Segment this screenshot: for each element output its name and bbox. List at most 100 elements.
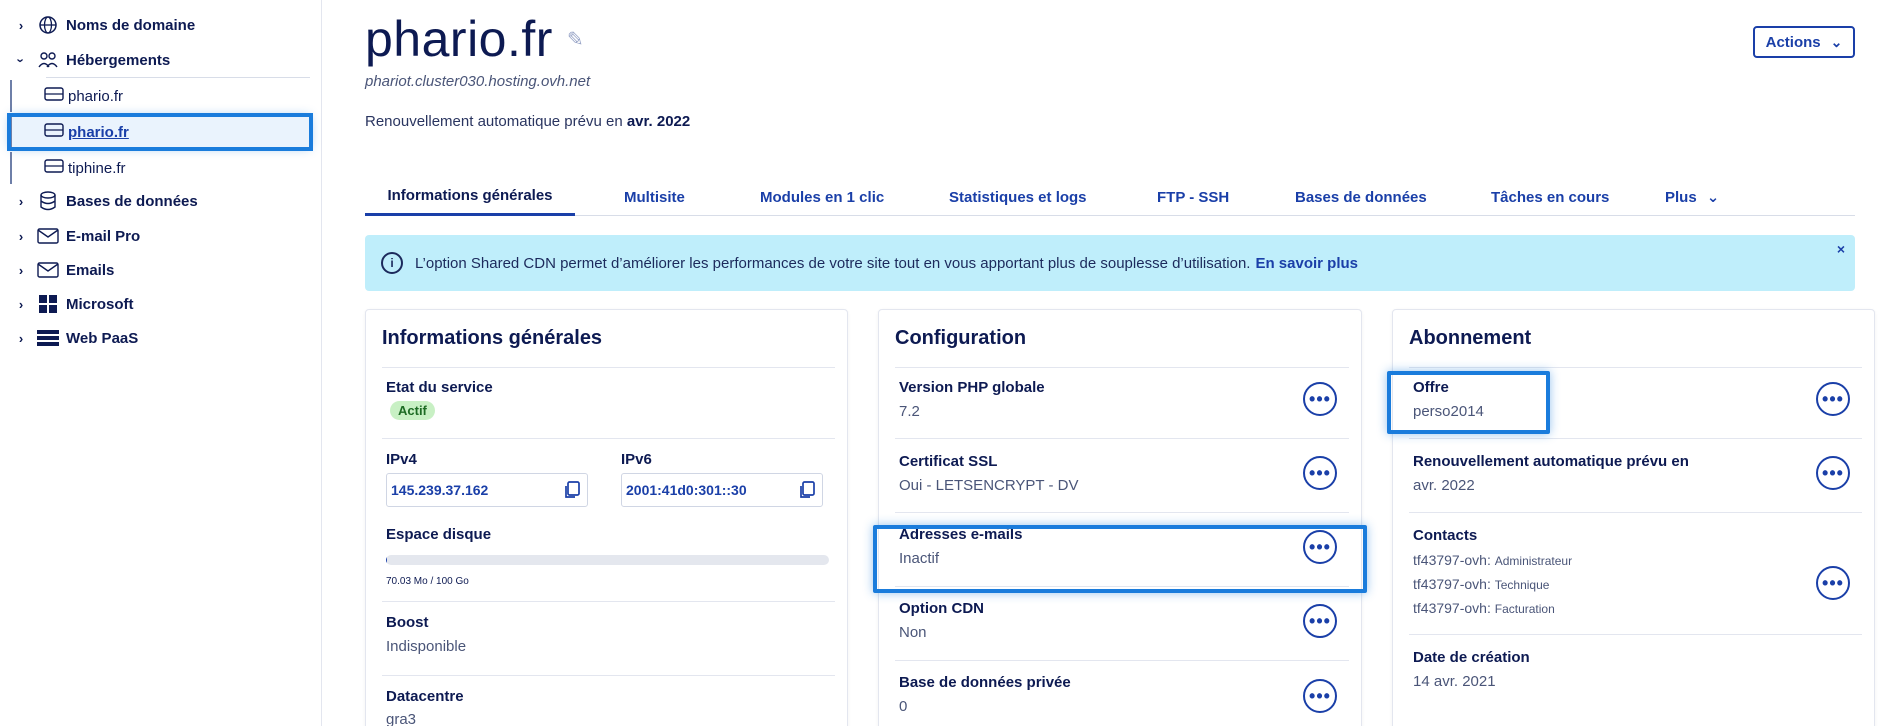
sidebar-item-label: Bases de données	[66, 192, 198, 210]
ssl-label: Certificat SSL	[899, 453, 998, 470]
sidebar-item-web-paas[interactable]: › Web PaaS	[0, 323, 138, 353]
sidebar-item-microsoft[interactable]: › Microsoft	[0, 289, 134, 319]
server-icon	[44, 159, 64, 177]
private-db-label: Base de données privée	[899, 674, 1071, 691]
creation-date-label: Date de création	[1413, 649, 1530, 666]
php-version-value: 7.2	[899, 403, 920, 420]
sidebar-item-databases[interactable]: › Bases de données	[0, 186, 198, 216]
tab-multisite[interactable]: Multisite	[624, 178, 685, 216]
sidebar-item-hosting[interactable]: › Hébergements	[0, 45, 171, 75]
tab-general-info[interactable]: Informations générales	[365, 178, 575, 216]
offer-more-button[interactable]: •••	[1816, 382, 1850, 416]
globe-icon	[36, 15, 60, 35]
chevron-down-icon: ⌄	[1830, 33, 1843, 50]
chevron-right-icon: ›	[18, 17, 24, 33]
main-content: phario.fr ✎ phariot.cluster030.hosting.o…	[365, 0, 1875, 726]
chevron-down-icon: ⌄	[1706, 189, 1720, 206]
tab-ftp-ssh[interactable]: FTP - SSH	[1157, 178, 1229, 216]
actions-label: Actions	[1765, 33, 1821, 51]
disk-progress-bar	[386, 555, 829, 565]
contact-tech: tf43797-ovh: Technique	[1413, 576, 1549, 592]
card-title: Abonnement	[1409, 327, 1532, 349]
chevron-right-icon: ›	[18, 262, 24, 278]
sidebar-subitem-phario-1[interactable]: phario.fr	[10, 80, 310, 112]
cdn-more-button[interactable]: •••	[1303, 604, 1337, 638]
tab-databases[interactable]: Bases de données	[1295, 178, 1427, 216]
tab-more-label: Plus	[1665, 188, 1697, 206]
sidebar-item-domains[interactable]: › Noms de domaine	[0, 10, 195, 40]
ipv6-field[interactable]: 2001:41d0:301::30	[621, 473, 823, 507]
copy-icon[interactable]	[798, 481, 816, 499]
sidebar-subitem-tiphine[interactable]: tiphine.fr	[10, 152, 310, 184]
sidebar-item-emails[interactable]: › Emails	[0, 255, 115, 285]
learn-more-link[interactable]: En savoir plus	[1255, 255, 1358, 272]
copy-icon[interactable]	[563, 481, 581, 499]
chevron-down-icon: ›	[13, 57, 29, 63]
renewal-prefix: Renouvellement automatique prévu en	[365, 113, 623, 130]
card-title: Configuration	[895, 327, 1027, 349]
sidebar-item-email-pro[interactable]: › E-mail Pro	[0, 221, 140, 251]
contact-id: tf43797-ovh:	[1413, 600, 1491, 616]
private-db-value: 0	[899, 698, 908, 715]
actions-button[interactable]: Actions ⌄	[1753, 26, 1855, 58]
ipv4-value: 145.239.37.162	[391, 482, 489, 498]
chevron-right-icon: ›	[18, 228, 24, 244]
sidebar: › Noms de domaine › Hébergements phario.…	[0, 0, 322, 726]
renewal-more-button[interactable]: •••	[1816, 456, 1850, 490]
datacenter-value: gra3	[386, 711, 417, 726]
hosting-icon	[36, 50, 60, 70]
ipv6-value: 2001:41d0:301::30	[626, 482, 747, 498]
sidebar-item-label: Hébergements	[66, 51, 171, 69]
sidebar-item-label: Noms de domaine	[66, 16, 196, 34]
windows-icon	[36, 294, 60, 314]
boost-value: Indisponible	[386, 638, 467, 655]
disk-label: Espace disque	[386, 526, 492, 543]
ipv6-label: IPv6	[621, 451, 652, 468]
divider	[1409, 512, 1862, 513]
tab-bar: Informations générales Multisite Modules…	[365, 178, 1855, 216]
hosting-cluster: phariot.cluster030.hosting.ovh.net	[365, 73, 591, 90]
contact-admin: tf43797-ovh: Administrateur	[1413, 552, 1572, 568]
php-version-label: Version PHP globale	[899, 379, 1045, 396]
contact-role: Technique	[1494, 578, 1550, 592]
pencil-icon[interactable]: ✎	[567, 27, 584, 52]
envelope-icon	[36, 260, 60, 280]
ipv4-field[interactable]: 145.239.37.162	[386, 473, 588, 507]
ipv4-label: IPv4	[386, 451, 417, 468]
tab-tasks[interactable]: Tâches en cours	[1491, 178, 1609, 216]
service-state-label: Etat du service	[386, 379, 493, 396]
creation-date-value: 14 avr. 2021	[1413, 673, 1496, 690]
banner-text: L’option Shared CDN permet d’améliorer l…	[415, 254, 1251, 272]
divider	[382, 438, 835, 439]
sidebar-item-label: Web PaaS	[66, 329, 139, 347]
contact-billing: tf43797-ovh: Facturation	[1413, 600, 1555, 616]
contacts-more-button[interactable]: •••	[1816, 566, 1850, 600]
chevron-right-icon: ›	[18, 296, 24, 312]
contact-role: Facturation	[1494, 602, 1555, 616]
private-db-more-button[interactable]: •••	[1303, 679, 1337, 713]
ssl-more-button[interactable]: •••	[1303, 456, 1337, 490]
sidebar-subitem-phario-2[interactable]: phario.fr	[7, 113, 313, 151]
divider	[895, 438, 1349, 439]
tab-modules[interactable]: Modules en 1 clic	[760, 178, 884, 216]
disk-progress-fill	[386, 555, 387, 565]
sidebar-item-label: Microsoft	[66, 295, 134, 313]
disk-usage-text: 70.03 Mo / 100 Go	[386, 576, 469, 587]
subscription-renewal-value: avr. 2022	[1413, 477, 1475, 494]
php-more-button[interactable]: •••	[1303, 382, 1337, 416]
page-header: phario.fr ✎	[365, 10, 584, 68]
close-icon[interactable]: ×	[1837, 241, 1845, 257]
tab-stats-logs[interactable]: Statistiques et logs	[949, 178, 1087, 216]
highlight-offer	[1387, 371, 1550, 434]
server-icon	[44, 123, 64, 141]
contact-id: tf43797-ovh:	[1413, 552, 1491, 568]
tab-more[interactable]: Plus ⌄	[1665, 178, 1719, 216]
divider	[895, 367, 1349, 368]
contact-id: tf43797-ovh:	[1413, 576, 1491, 592]
divider	[382, 367, 835, 368]
divider	[1409, 438, 1862, 439]
general-info-card: Informations générales Etat du service A…	[365, 309, 848, 726]
ssl-value: Oui - LETSENCRYPT - DV	[899, 477, 1079, 494]
sidebar-subitem-label: tiphine.fr	[68, 159, 126, 177]
divider	[382, 675, 835, 676]
